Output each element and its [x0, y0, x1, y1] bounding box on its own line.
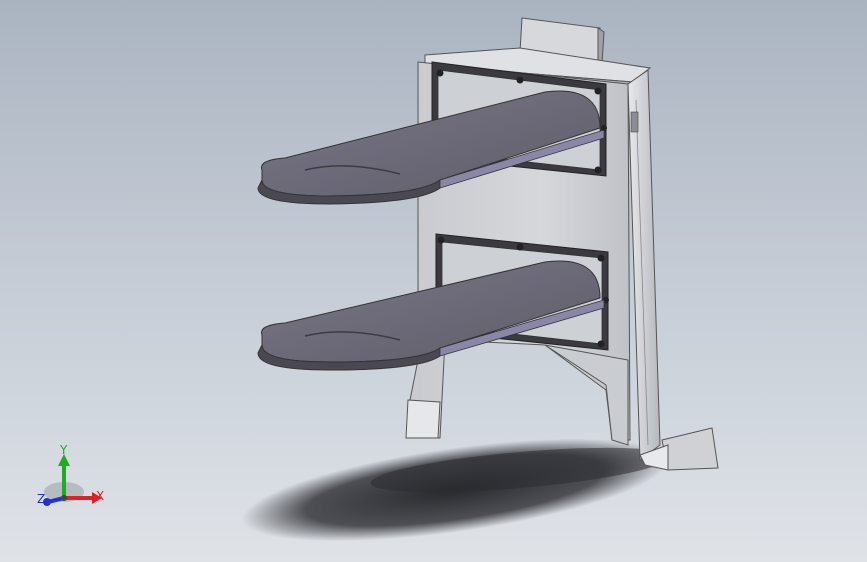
triad-y-label: Y: [60, 443, 68, 457]
triad-x-label: X: [96, 489, 105, 503]
triad-graphic: [43, 454, 102, 506]
floor-shadow: [242, 438, 670, 542]
graphics-viewport[interactable]: Y X Z: [0, 0, 867, 562]
orientation-triad[interactable]: Y X Z: [30, 440, 120, 520]
side-flange: [627, 69, 661, 461]
cad-model-scene[interactable]: [0, 0, 867, 562]
triad-z-label: Z: [37, 492, 46, 506]
